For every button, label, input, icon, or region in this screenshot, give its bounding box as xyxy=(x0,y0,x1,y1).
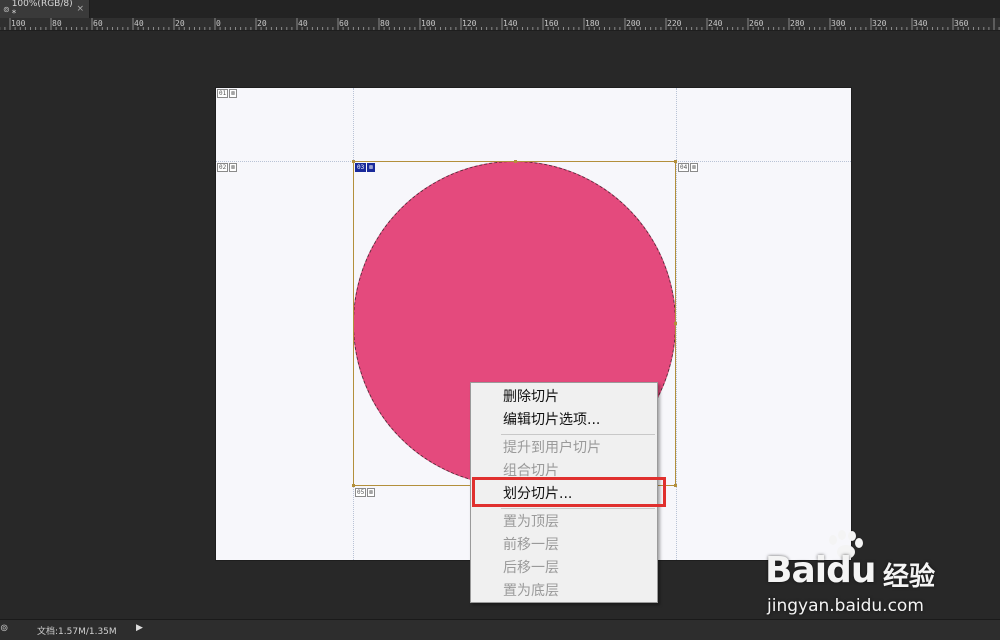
slice-tag[interactable]: 01 ⊠ xyxy=(217,89,237,98)
document-tab[interactable]: ⊚ 100%(RGB/8) * × xyxy=(0,0,90,19)
baidu-jingyan-watermark: Baidu 经验 jingyan.baidu.com xyxy=(765,530,995,620)
ruler-tick-label: 340 xyxy=(913,19,928,28)
menu-separator xyxy=(501,508,655,509)
ruler-tick-label: 40 xyxy=(298,19,308,28)
slice-number: 01 xyxy=(217,89,229,98)
slice-type-icon: ⊠ xyxy=(690,163,698,172)
slice-type-icon: ⊠ xyxy=(229,163,237,172)
watermark-product: 经验 xyxy=(883,562,936,592)
menu-item-edit-slice-options[interactable]: 编辑切片选项... xyxy=(471,409,657,431)
document-tab-bar: ⊚ 100%(RGB/8) * × xyxy=(0,0,1000,19)
ruler-tick-label: 240 xyxy=(708,19,723,28)
annotation-highlight-box xyxy=(472,477,666,507)
slice-handle[interactable] xyxy=(514,160,517,163)
slice-handle[interactable] xyxy=(674,160,677,163)
zoom-icon[interactable]: ⊚ xyxy=(0,623,8,634)
slice-handle[interactable] xyxy=(674,322,677,325)
watermark-brand: Baidu xyxy=(765,550,876,591)
watermark-url: jingyan.baidu.com xyxy=(767,596,924,616)
ruler-tick-label: 180 xyxy=(585,19,600,28)
ruler-tick-label: 20 xyxy=(175,19,185,28)
slice-tag[interactable]: 05 ⊠ xyxy=(355,488,375,497)
menu-item-bring-to-front[interactable]: 置为顶层 xyxy=(471,511,657,533)
ruler-tick-label: 120 xyxy=(462,19,477,28)
slice-tag[interactable]: 04 ⊠ xyxy=(678,163,698,172)
ruler-tick-label: 80 xyxy=(380,19,390,28)
slice-type-icon: ⊠ xyxy=(229,89,237,98)
document-tab-title: 100%(RGB/8) * xyxy=(11,0,73,19)
ps-document-icon: ⊚ xyxy=(3,4,10,14)
ruler-tick-label: 100 xyxy=(11,19,26,28)
menu-item-promote-to-user-slice[interactable]: 提升到用户切片 xyxy=(471,437,657,459)
ruler-tick-label: 60 xyxy=(339,19,349,28)
slice-number: 03 xyxy=(355,163,367,172)
ruler-tick-label: 40 xyxy=(134,19,144,28)
ruler-tick-label: 140 xyxy=(503,19,518,28)
slice-number: 05 xyxy=(355,488,367,497)
ruler-tick-label: 100 xyxy=(421,19,436,28)
status-menu-arrow-icon[interactable]: ▶ xyxy=(136,623,143,633)
ruler-tick-label: 80 xyxy=(52,19,62,28)
slice-number: 02 xyxy=(217,163,229,172)
ruler-tick-label: 200 xyxy=(626,19,641,28)
menu-item-delete-slice[interactable]: 删除切片 xyxy=(471,386,657,408)
ruler-tick-label: 0 xyxy=(216,19,221,28)
slice-number: 04 xyxy=(678,163,690,172)
slice-tag[interactable]: 02 ⊠ xyxy=(217,163,237,172)
ruler-tick-label: 60 xyxy=(93,19,103,28)
menu-separator xyxy=(501,434,655,435)
menu-item-bring-forward[interactable]: 前移一层 xyxy=(471,534,657,556)
horizontal-ruler: 100 80 60 40 20 0 20 40 60 80 100 120 140 160 180 200 22… xyxy=(0,18,1000,31)
ruler-tick-label: 360 xyxy=(954,19,969,28)
document-size-info[interactable]: 文档:1.57M/1.35M xyxy=(37,624,117,637)
status-bar: ⊚ 文档:1.57M/1.35M ▶ xyxy=(0,619,1000,640)
ruler-tick-label: 20 xyxy=(257,19,267,28)
ruler-ticks xyxy=(0,18,1000,30)
menu-item-send-backward[interactable]: 后移一层 xyxy=(471,557,657,579)
slice-type-icon: ⊠ xyxy=(367,163,375,172)
menu-item-send-to-back[interactable]: 置为底层 xyxy=(471,580,657,602)
slice-handle[interactable] xyxy=(674,484,677,487)
ruler-tick-label: 160 xyxy=(544,19,559,28)
close-icon[interactable]: × xyxy=(76,4,84,14)
ruler-tick-label: 300 xyxy=(831,19,846,28)
ruler-tick-label: 260 xyxy=(749,19,764,28)
ruler-tick-label: 320 xyxy=(872,19,887,28)
ruler-tick-label: 280 xyxy=(790,19,805,28)
ruler-tick-label: 220 xyxy=(667,19,682,28)
slice-type-icon: ⊠ xyxy=(367,488,375,497)
slice-handle[interactable] xyxy=(352,484,355,487)
slice-tag-active[interactable]: 03 ⊠ xyxy=(355,163,375,172)
